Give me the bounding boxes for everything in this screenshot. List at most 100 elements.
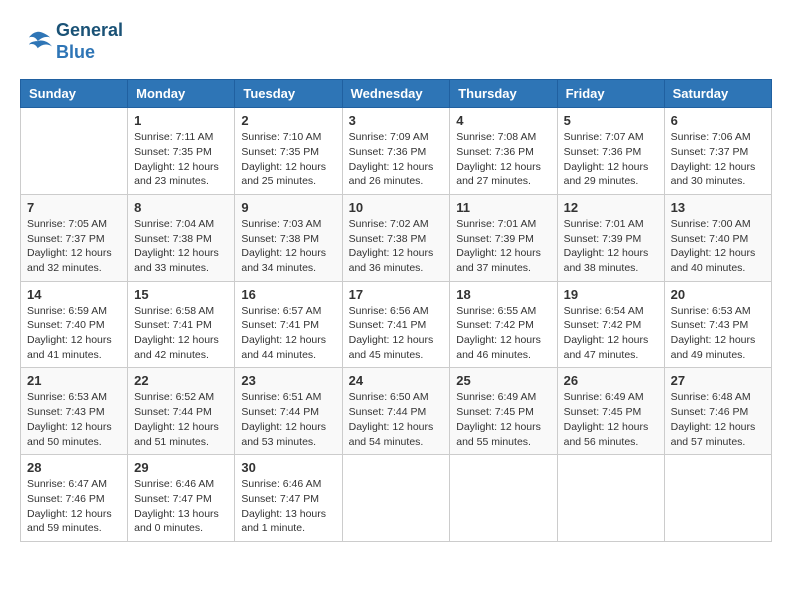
calendar-cell: 6 Sunrise: 7:06 AM Sunset: 7:37 PM Daylig… [664,108,771,195]
calendar-cell [450,455,557,542]
weekday-header: Friday [557,80,664,108]
calendar-body: 1 Sunrise: 7:11 AM Sunset: 7:35 PM Daylig… [21,108,772,542]
calendar-cell [21,108,128,195]
calendar-cell: 29 Sunrise: 6:46 AM Sunset: 7:47 PM Dayli… [128,455,235,542]
weekday-header: Sunday [21,80,128,108]
day-info: Sunrise: 7:01 AM Sunset: 7:39 PM Dayligh… [564,217,658,276]
day-info: Sunrise: 7:04 AM Sunset: 7:38 PM Dayligh… [134,217,228,276]
day-info: Sunrise: 6:52 AM Sunset: 7:44 PM Dayligh… [134,390,228,449]
logo-icon [20,28,52,56]
day-number: 7 [27,200,121,215]
day-number: 3 [349,113,444,128]
day-info: Sunrise: 6:48 AM Sunset: 7:46 PM Dayligh… [671,390,765,449]
calendar-cell: 7 Sunrise: 7:05 AM Sunset: 7:37 PM Daylig… [21,194,128,281]
day-info: Sunrise: 7:07 AM Sunset: 7:36 PM Dayligh… [564,130,658,189]
day-number: 5 [564,113,658,128]
calendar-header: SundayMondayTuesdayWednesdayThursdayFrid… [21,80,772,108]
logo: General Blue [20,20,123,63]
calendar-week-row: 28 Sunrise: 6:47 AM Sunset: 7:46 PM Dayli… [21,455,772,542]
day-number: 29 [134,460,228,475]
calendar-cell: 26 Sunrise: 6:49 AM Sunset: 7:45 PM Dayli… [557,368,664,455]
day-info: Sunrise: 6:56 AM Sunset: 7:41 PM Dayligh… [349,304,444,363]
calendar-cell: 12 Sunrise: 7:01 AM Sunset: 7:39 PM Dayli… [557,194,664,281]
calendar-cell: 19 Sunrise: 6:54 AM Sunset: 7:42 PM Dayli… [557,281,664,368]
calendar-cell [664,455,771,542]
calendar-cell: 28 Sunrise: 6:47 AM Sunset: 7:46 PM Dayli… [21,455,128,542]
calendar-cell: 17 Sunrise: 6:56 AM Sunset: 7:41 PM Dayli… [342,281,450,368]
day-number: 2 [241,113,335,128]
logo-text: General Blue [56,20,123,63]
day-info: Sunrise: 7:09 AM Sunset: 7:36 PM Dayligh… [349,130,444,189]
day-number: 10 [349,200,444,215]
calendar-cell: 24Sunrise: 6:50 AM Sunset: 7:44 PM Dayli… [342,368,450,455]
calendar-cell: 27 Sunrise: 6:48 AM Sunset: 7:46 PM Dayli… [664,368,771,455]
weekday-header: Monday [128,80,235,108]
day-info: Sunrise: 6:58 AM Sunset: 7:41 PM Dayligh… [134,304,228,363]
day-number: 23 [241,373,335,388]
day-number: 12 [564,200,658,215]
calendar-cell: 23 Sunrise: 6:51 AM Sunset: 7:44 PM Dayli… [235,368,342,455]
day-info: Sunrise: 6:46 AM Sunset: 7:47 PM Dayligh… [134,477,228,536]
day-info: Sunrise: 7:05 AM Sunset: 7:37 PM Dayligh… [27,217,121,276]
calendar-cell: 15 Sunrise: 6:58 AM Sunset: 7:41 PM Dayli… [128,281,235,368]
day-info: Sunrise: 6:55 AM Sunset: 7:42 PM Dayligh… [456,304,550,363]
page-header: General Blue [20,20,772,63]
calendar-cell: 16 Sunrise: 6:57 AM Sunset: 7:41 PM Dayli… [235,281,342,368]
day-number: 20 [671,287,765,302]
day-info: Sunrise: 7:02 AM Sunset: 7:38 PM Dayligh… [349,217,444,276]
day-info: Sunrise: 7:01 AM Sunset: 7:39 PM Dayligh… [456,217,550,276]
day-number: 1 [134,113,228,128]
calendar-cell: 20 Sunrise: 6:53 AM Sunset: 7:43 PM Dayli… [664,281,771,368]
calendar-cell: 18 Sunrise: 6:55 AM Sunset: 7:42 PM Dayli… [450,281,557,368]
day-number: 27 [671,373,765,388]
day-info: Sunrise: 6:49 AM Sunset: 7:45 PM Dayligh… [456,390,550,449]
calendar-cell [342,455,450,542]
day-number: 6 [671,113,765,128]
calendar-week-row: 14 Sunrise: 6:59 AM Sunset: 7:40 PM Dayli… [21,281,772,368]
day-number: 16 [241,287,335,302]
day-number: 30 [241,460,335,475]
weekday-header: Wednesday [342,80,450,108]
calendar-cell: 5 Sunrise: 7:07 AM Sunset: 7:36 PM Daylig… [557,108,664,195]
day-number: 8 [134,200,228,215]
day-info: Sunrise: 6:49 AM Sunset: 7:45 PM Dayligh… [564,390,658,449]
calendar-week-row: 21Sunrise: 6:53 AM Sunset: 7:43 PM Dayli… [21,368,772,455]
day-number: 18 [456,287,550,302]
calendar-cell: 8 Sunrise: 7:04 AM Sunset: 7:38 PM Daylig… [128,194,235,281]
calendar-cell: 10 Sunrise: 7:02 AM Sunset: 7:38 PM Dayli… [342,194,450,281]
day-number: 28 [27,460,121,475]
calendar-cell: 2 Sunrise: 7:10 AM Sunset: 7:35 PM Daylig… [235,108,342,195]
calendar-cell: 25Sunrise: 6:49 AM Sunset: 7:45 PM Dayli… [450,368,557,455]
calendar-week-row: 1 Sunrise: 7:11 AM Sunset: 7:35 PM Daylig… [21,108,772,195]
day-number: 15 [134,287,228,302]
day-number: 9 [241,200,335,215]
day-number: 17 [349,287,444,302]
day-number: 11 [456,200,550,215]
day-info: Sunrise: 7:10 AM Sunset: 7:35 PM Dayligh… [241,130,335,189]
day-number: 4 [456,113,550,128]
day-info: Sunrise: 6:50 AM Sunset: 7:44 PM Dayligh… [349,390,444,449]
day-info: Sunrise: 7:03 AM Sunset: 7:38 PM Dayligh… [241,217,335,276]
day-info: Sunrise: 7:11 AM Sunset: 7:35 PM Dayligh… [134,130,228,189]
day-number: 19 [564,287,658,302]
day-info: Sunrise: 6:51 AM Sunset: 7:44 PM Dayligh… [241,390,335,449]
day-info: Sunrise: 6:47 AM Sunset: 7:46 PM Dayligh… [27,477,121,536]
day-info: Sunrise: 7:08 AM Sunset: 7:36 PM Dayligh… [456,130,550,189]
day-info: Sunrise: 6:54 AM Sunset: 7:42 PM Dayligh… [564,304,658,363]
day-info: Sunrise: 7:00 AM Sunset: 7:40 PM Dayligh… [671,217,765,276]
day-number: 14 [27,287,121,302]
day-number: 26 [564,373,658,388]
calendar-cell: 1 Sunrise: 7:11 AM Sunset: 7:35 PM Daylig… [128,108,235,195]
calendar-cell: 13 Sunrise: 7:00 AM Sunset: 7:40 PM Dayli… [664,194,771,281]
calendar-week-row: 7 Sunrise: 7:05 AM Sunset: 7:37 PM Daylig… [21,194,772,281]
day-info: Sunrise: 6:53 AM Sunset: 7:43 PM Dayligh… [671,304,765,363]
day-info: Sunrise: 6:59 AM Sunset: 7:40 PM Dayligh… [27,304,121,363]
calendar-cell: 21Sunrise: 6:53 AM Sunset: 7:43 PM Dayli… [21,368,128,455]
day-number: 13 [671,200,765,215]
day-info: Sunrise: 6:57 AM Sunset: 7:41 PM Dayligh… [241,304,335,363]
calendar-cell: 4 Sunrise: 7:08 AM Sunset: 7:36 PM Daylig… [450,108,557,195]
weekday-header: Tuesday [235,80,342,108]
day-info: Sunrise: 7:06 AM Sunset: 7:37 PM Dayligh… [671,130,765,189]
calendar-cell: 3 Sunrise: 7:09 AM Sunset: 7:36 PM Daylig… [342,108,450,195]
calendar-table: SundayMondayTuesdayWednesdayThursdayFrid… [20,79,772,542]
